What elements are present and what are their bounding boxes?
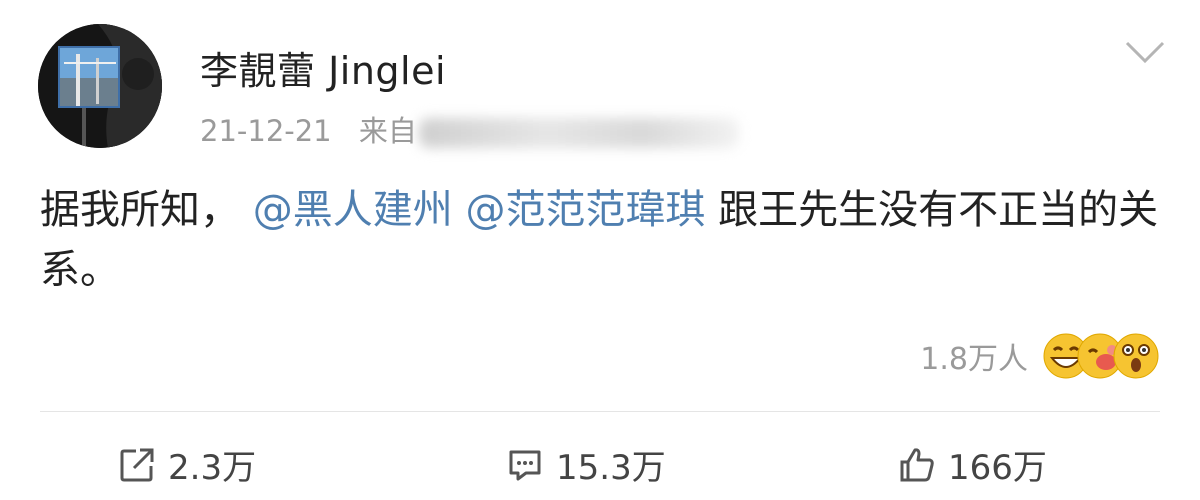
action-bar: 2.3万 15.3万 166万 (0, 440, 1200, 490)
mention-link[interactable]: @范范范瑋琪 (465, 187, 705, 233)
username[interactable]: 李靚蕾 Jinglei (200, 40, 446, 95)
comment-button[interactable]: 15.3万 (506, 440, 666, 489)
like-count: 166万 (948, 448, 1047, 488)
blurred-source (418, 118, 739, 148)
divider (40, 411, 1160, 412)
repost-button[interactable]: 2.3万 (118, 440, 256, 489)
post-date: 21-12-21 (200, 114, 332, 148)
comment-count: 15.3万 (556, 448, 666, 488)
thumbs-up-icon (900, 447, 934, 481)
surprised-emoji-icon (1113, 333, 1159, 379)
mention-link[interactable]: @黑人建州 (253, 187, 453, 233)
share-icon (120, 448, 154, 481)
post-text: 据我所知， @黑人建州 @范范范瑋琪 跟王先生没有不正当的关系。 (40, 180, 1170, 300)
repost-count: 2.3万 (168, 448, 257, 488)
post-meta: 21-12-21 来自 (200, 108, 739, 150)
avatar[interactable] (38, 24, 162, 148)
like-button[interactable]: 166万 (898, 440, 1047, 489)
reaction-count: 1.8万人 (920, 342, 1028, 377)
comment-icon (509, 450, 541, 480)
post-text-intro: 据我所知， (40, 187, 240, 233)
post-source-prefix: 来自 (358, 114, 417, 148)
chevron-down-icon[interactable] (1124, 40, 1166, 64)
reaction-emojis (1042, 332, 1160, 380)
reaction-summary[interactable]: 1.8万人 (920, 332, 1160, 380)
